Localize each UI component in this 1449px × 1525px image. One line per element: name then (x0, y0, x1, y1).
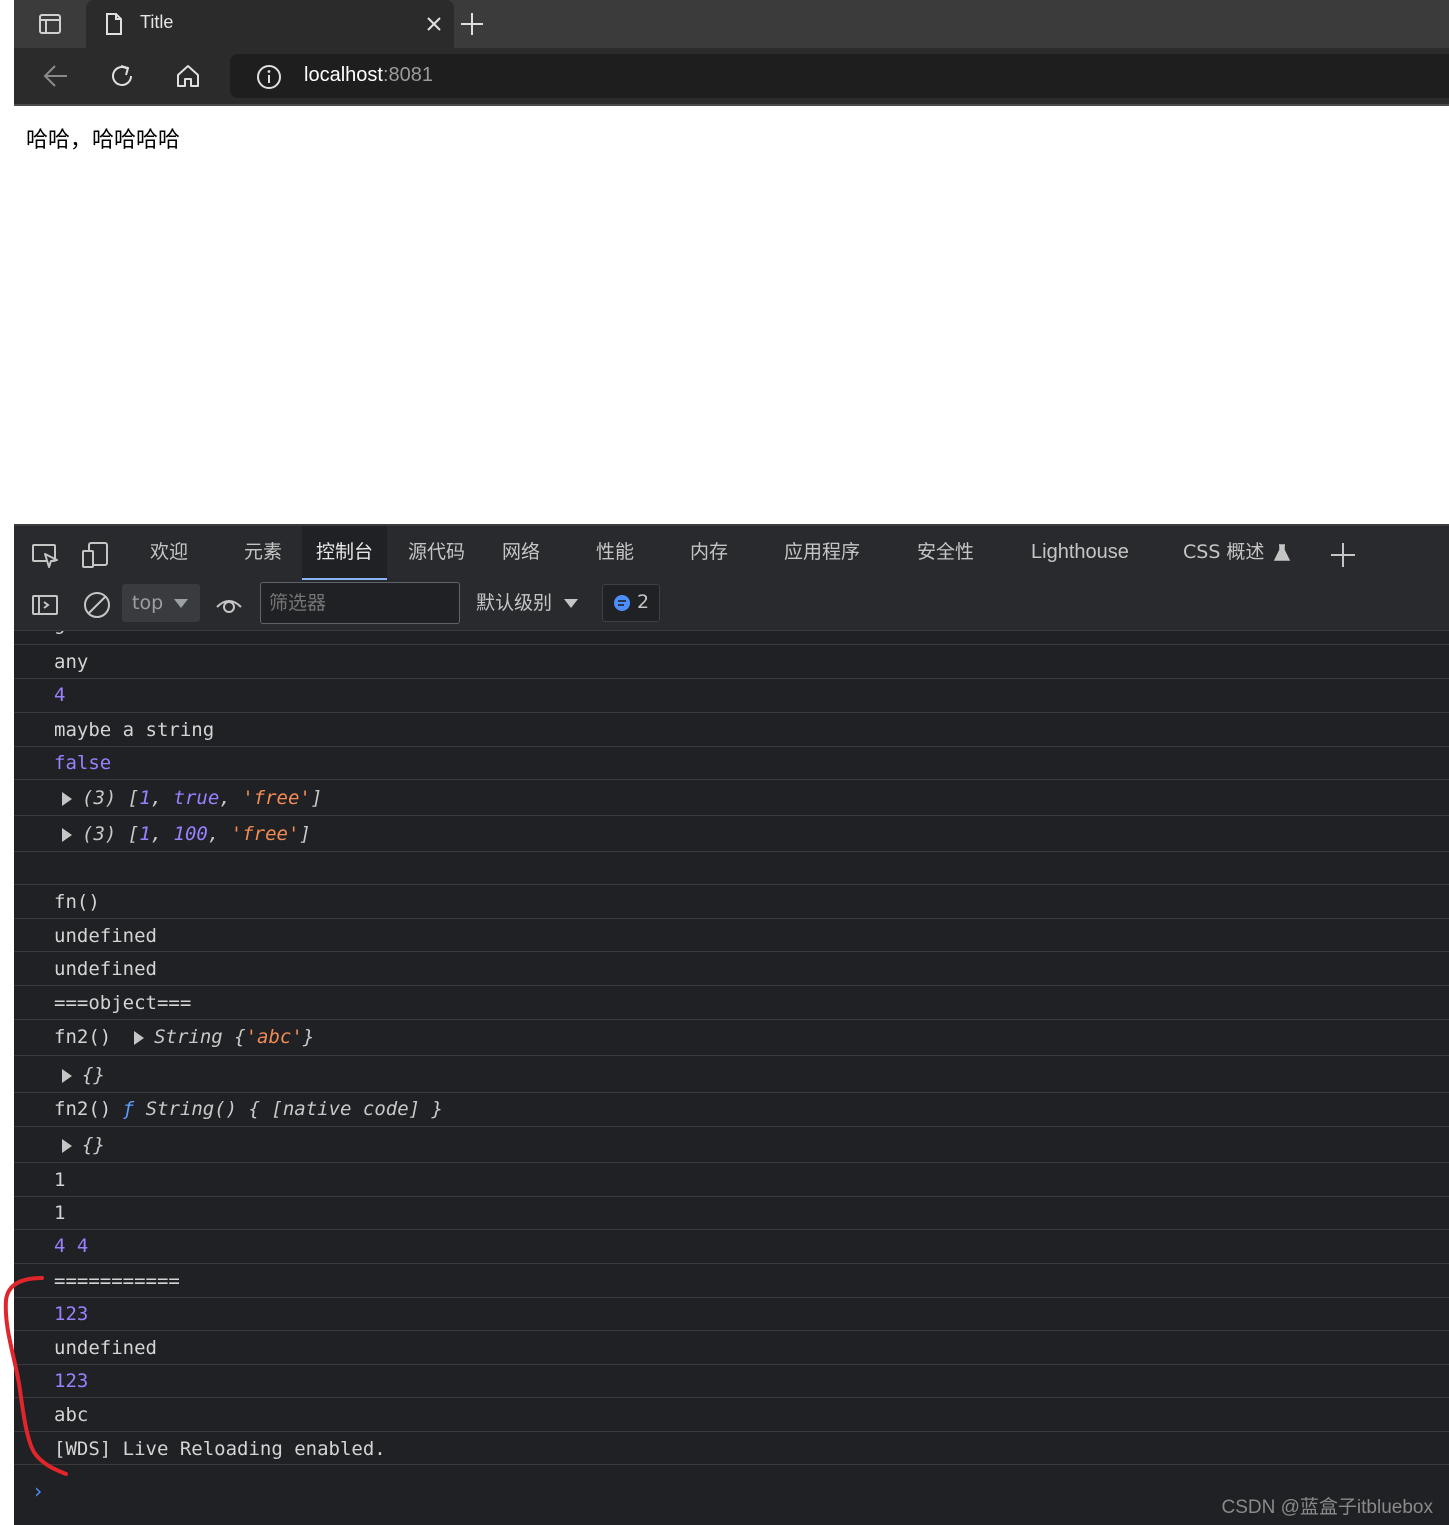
console-message: fn2() ƒ String() { [native code] } (14, 1093, 1449, 1127)
console-message: undefined (14, 1331, 1449, 1365)
tab-title: Title (140, 12, 174, 32)
address-toolbar: localhost:8081 (14, 48, 1449, 106)
more-tabs-plus-icon[interactable] (1328, 540, 1358, 570)
console-message-object[interactable]: {} (14, 1127, 1449, 1163)
address-bar[interactable]: localhost:8081 (230, 54, 1449, 98)
console-message: 1 (14, 1163, 1449, 1197)
expand-triangle-icon[interactable] (62, 1068, 72, 1083)
close-tab-icon[interactable] (422, 12, 446, 36)
tab-actions-icon[interactable] (36, 10, 64, 38)
message-bubble-icon (614, 595, 630, 611)
inspect-element-icon[interactable] (30, 540, 60, 570)
console-message-empty (14, 852, 1449, 885)
tab-application[interactable]: 应用程序 (784, 526, 860, 578)
expand-triangle-icon[interactable] (62, 1138, 72, 1153)
console-prompt-icon[interactable]: › (32, 1479, 44, 1503)
expand-triangle-icon[interactable] (62, 827, 72, 842)
filter-input[interactable] (260, 582, 460, 624)
console-message: 1 (14, 1197, 1449, 1230)
tab-security[interactable]: 安全性 (917, 526, 974, 578)
tab-welcome[interactable]: 欢迎 (150, 526, 188, 578)
back-arrow-icon[interactable] (42, 62, 70, 90)
console-message: green (14, 631, 1449, 645)
page-content-text: 哈哈，哈哈哈哈 (26, 128, 181, 153)
console-message: [WDS] Live Reloading enabled. (14, 1432, 1449, 1465)
device-emulation-icon[interactable] (80, 540, 110, 570)
tab-css-overview[interactable]: CSS 概述 (1183, 526, 1291, 578)
console-message: false (14, 747, 1449, 780)
tab-elements[interactable]: 元素 (244, 526, 282, 578)
tab-performance[interactable]: 性能 (596, 526, 634, 578)
live-expression-eye-icon[interactable] (214, 590, 244, 620)
watermark-text: CSDN @蓝盒子itbluebox (1221, 1497, 1433, 1518)
devtools-panel: 欢迎 元素 控制台 源代码 网络 性能 内存 应用程序 安全性 Lighthou… (14, 524, 1449, 1525)
console-message-object[interactable]: {} (14, 1056, 1449, 1093)
console-message: undefined (14, 919, 1449, 952)
home-icon[interactable] (174, 62, 202, 90)
console-message[interactable]: fn2() String {'abc'} (14, 1020, 1449, 1056)
context-selector[interactable]: top (122, 584, 200, 622)
expand-triangle-icon[interactable] (62, 791, 72, 806)
document-icon (104, 12, 124, 40)
flask-icon (1274, 543, 1291, 561)
console-toolbar: top 默认级别 2 (14, 580, 1449, 631)
console-message: maybe a string (14, 713, 1449, 747)
console-message-array[interactable]: (3) [1, 100, 'free'] (14, 816, 1449, 852)
log-level-label: 默认级别 (476, 592, 553, 614)
console-message: =========== (14, 1264, 1449, 1298)
tab-console[interactable]: 控制台 (302, 526, 388, 581)
console-message: fn() (14, 885, 1449, 919)
devtools-tab-bar: 欢迎 元素 控制台 源代码 网络 性能 内存 应用程序 安全性 Lighthou… (14, 524, 1449, 582)
context-selector-label: top (132, 592, 164, 614)
new-tab-icon[interactable] (458, 10, 486, 38)
url-text: localhost:8081 (304, 64, 433, 86)
console-message: 4 4 (14, 1230, 1449, 1264)
console-message: any (14, 645, 1449, 679)
log-level-dropdown[interactable]: 默认级别 (476, 588, 579, 615)
tab-lighthouse[interactable]: Lighthouse (1031, 526, 1129, 578)
chevron-down-icon (564, 599, 579, 608)
page-viewport: 哈哈，哈哈哈哈 (14, 106, 1449, 524)
console-message: 123 (14, 1365, 1449, 1398)
issues-count: 2 (637, 591, 650, 613)
tab-memory[interactable]: 内存 (690, 526, 728, 578)
console-message: 4 (14, 679, 1449, 713)
console-message: abc (14, 1398, 1449, 1432)
console-message-array[interactable]: (3) [1, true, 'free'] (14, 780, 1449, 816)
tab-network[interactable]: 网络 (502, 526, 540, 578)
red-annotation-stroke (3, 1276, 68, 1476)
console-message: 123 (14, 1298, 1449, 1331)
console-message: undefined (14, 952, 1449, 986)
site-info-icon[interactable] (256, 64, 282, 94)
tab-css-overview-label: CSS 概述 (1183, 541, 1265, 563)
browser-tab-bar: Title (14, 0, 1449, 48)
chevron-down-icon (174, 599, 188, 608)
tab-sources[interactable]: 源代码 (408, 526, 465, 578)
sidebar-toggle-icon[interactable] (30, 590, 60, 620)
console-output: green any 4 maybe a string false (3) [1,… (14, 631, 1449, 1525)
expand-triangle-icon[interactable] (134, 1030, 145, 1045)
console-message: ===object=== (14, 986, 1449, 1020)
browser-tab-active[interactable]: Title (86, 0, 454, 48)
refresh-icon[interactable] (108, 62, 136, 90)
issues-counter-button[interactable]: 2 (602, 584, 660, 622)
clear-console-icon[interactable] (82, 590, 112, 620)
